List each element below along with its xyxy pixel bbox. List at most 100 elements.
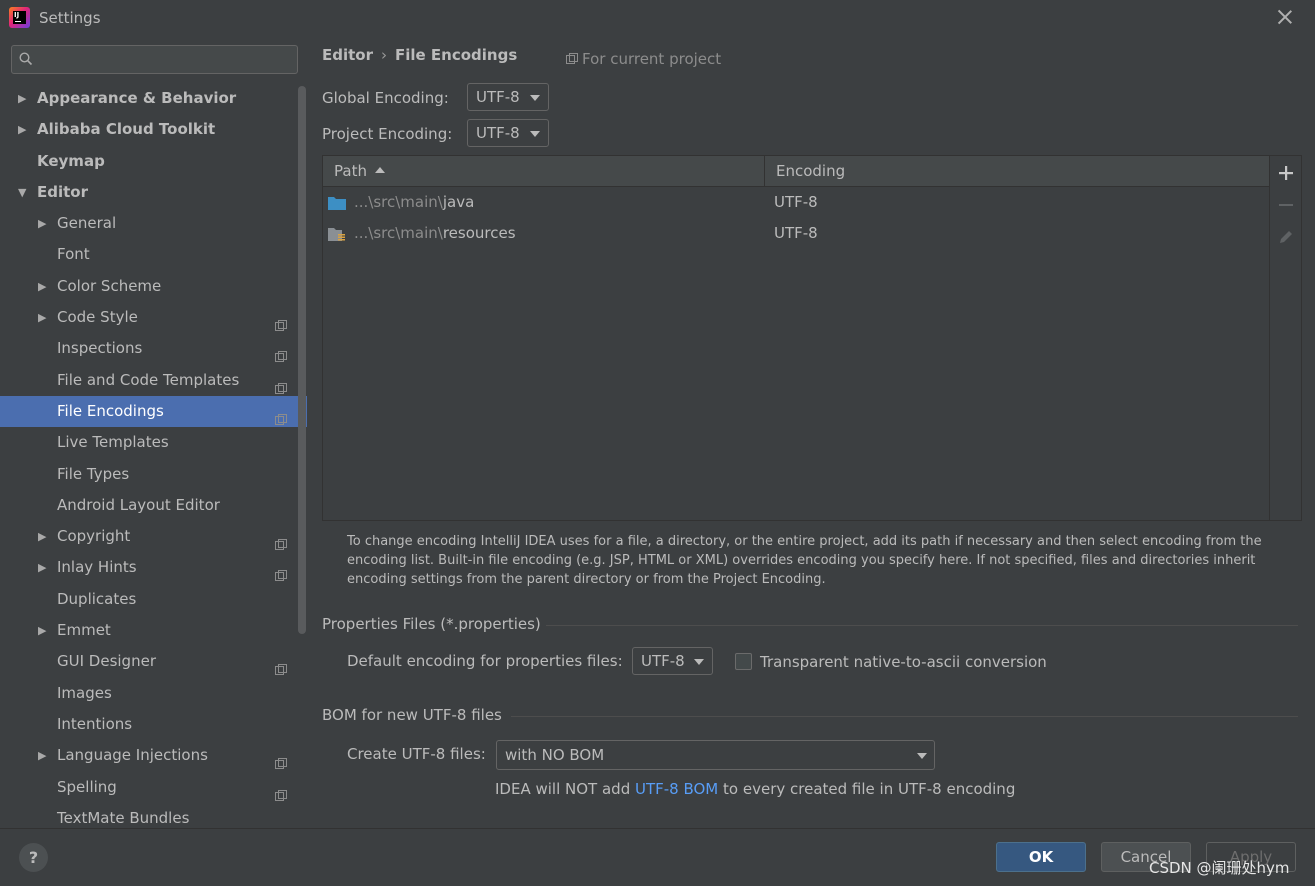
table-row[interactable]: ...\src\main\resources UTF-8 xyxy=(323,218,1269,249)
sidebar-item-label: Appearance & Behavior xyxy=(37,89,237,107)
sidebar-item-label: Spelling xyxy=(57,777,117,796)
project-scope-icon xyxy=(275,312,287,332)
help-button[interactable]: ? xyxy=(19,843,48,872)
sidebar-item-code-style[interactable]: ▶ Code Style xyxy=(0,302,308,333)
sidebar-item-inlay-hints[interactable]: ▶ Inlay Hints xyxy=(0,552,308,583)
sidebar-item-duplicates[interactable]: Duplicates xyxy=(0,584,308,615)
sidebar-item-label: Inlay Hints xyxy=(57,558,137,577)
expanded-arrow-icon[interactable]: ▼ xyxy=(18,177,26,208)
collapsed-arrow-icon[interactable]: ▶ xyxy=(38,552,46,583)
sidebar-item-label: Language Injections xyxy=(57,746,208,765)
column-header-encoding[interactable]: Encoding xyxy=(765,156,1269,187)
sidebar-item-language-injections[interactable]: ▶ Language Injections xyxy=(0,740,308,771)
project-scope-icon xyxy=(275,406,287,425)
sidebar-item-live-templates[interactable]: Live Templates xyxy=(0,427,308,458)
row-encoding[interactable]: UTF-8 xyxy=(774,187,818,218)
encoding-hint-text: To change encoding IntelliJ IDEA uses fo… xyxy=(347,534,1262,587)
resources-folder-icon xyxy=(328,228,345,241)
create-utf8-value: with NO BOM xyxy=(505,746,605,764)
title-bar: IJ Settings xyxy=(0,0,1315,36)
collapsed-arrow-icon[interactable]: ▶ xyxy=(38,302,46,333)
window-title: Settings xyxy=(39,9,101,27)
sidebar-item-label: Code Style xyxy=(57,308,138,327)
project-scope-icon xyxy=(275,343,287,363)
collapsed-arrow-icon[interactable]: ▶ xyxy=(38,740,46,771)
global-encoding-dropdown[interactable]: UTF-8 xyxy=(467,83,549,111)
sidebar-item-images[interactable]: Images xyxy=(0,678,308,709)
bom-note-text: to every created file in UTF-8 encoding xyxy=(718,780,1016,798)
sidebar-item-label: Alibaba Cloud Toolkit xyxy=(37,120,216,139)
breadcrumb-current: File Encodings xyxy=(395,46,518,64)
sidebar-item-label: Live Templates xyxy=(57,433,169,452)
sidebar-item-label: General xyxy=(57,214,117,233)
sidebar-item-gui-designer[interactable]: GUI Designer xyxy=(0,646,308,677)
sidebar-item-textmate-bundles[interactable]: TextMate Bundles xyxy=(0,803,308,828)
dialog-footer: ? OK Cancel Apply CSDN @阑珊处hym xyxy=(0,828,1315,886)
remove-icon[interactable] xyxy=(1277,196,1295,214)
column-header-path[interactable]: Path xyxy=(323,156,765,187)
table-row[interactable]: ...\src\main\java UTF-8 xyxy=(323,187,1269,218)
project-scope-icon xyxy=(275,656,287,676)
scope-note-text: For current project xyxy=(582,50,722,68)
bom-note: IDEA will NOT add UTF-8 BOM to every cre… xyxy=(495,780,1015,798)
sidebar-item-copyright[interactable]: ▶ Copyright xyxy=(0,521,308,552)
sidebar-item-font[interactable]: Font xyxy=(0,239,308,270)
sidebar-item-editor[interactable]: ▼ Editor xyxy=(0,177,308,208)
collapsed-arrow-icon[interactable]: ▶ xyxy=(38,208,46,239)
sidebar-item-label: Inspections xyxy=(57,339,143,358)
create-utf8-label: Create UTF-8 files: xyxy=(347,745,486,763)
sidebar-item-label: Editor xyxy=(37,182,88,201)
chevron-down-icon xyxy=(530,95,540,101)
sidebar-item-label: File Encodings xyxy=(57,401,164,420)
watermark: CSDN @阑珊处hym xyxy=(1149,859,1290,877)
ok-button[interactable]: OK xyxy=(996,842,1086,872)
sidebar-item-color-scheme[interactable]: ▶ Color Scheme xyxy=(0,271,308,302)
sidebar-item-label: GUI Designer xyxy=(57,652,156,671)
breadcrumb-parent[interactable]: Editor xyxy=(322,46,373,64)
sidebar-item-general[interactable]: ▶ General xyxy=(0,208,308,239)
add-icon[interactable] xyxy=(1277,164,1295,182)
sidebar-item-intentions[interactable]: Intentions xyxy=(0,709,308,740)
sidebar-scrollbar[interactable] xyxy=(298,86,306,634)
sidebar-item-emmet[interactable]: ▶ Emmet xyxy=(0,615,308,646)
project-scope-icon xyxy=(275,531,287,551)
collapsed-arrow-icon[interactable]: ▶ xyxy=(38,521,46,552)
sidebar-item-alibaba-cloud-toolkit[interactable]: ▶ Alibaba Cloud Toolkit xyxy=(0,114,308,145)
chevron-down-icon xyxy=(530,131,540,137)
sidebar-item-label: Android Layout Editor xyxy=(57,495,220,514)
sidebar-item-label: Copyright xyxy=(57,527,131,546)
collapsed-arrow-icon[interactable]: ▶ xyxy=(38,615,46,646)
chevron-down-icon xyxy=(694,659,704,665)
sidebar-item-android-layout-editor[interactable]: Android Layout Editor xyxy=(0,490,308,521)
sidebar-item-file-types[interactable]: File Types xyxy=(0,459,308,490)
sidebar-item-file-encodings[interactable]: File Encodings xyxy=(0,395,307,428)
project-encoding-dropdown[interactable]: UTF-8 xyxy=(467,119,549,147)
sidebar-item-keymap[interactable]: Keymap xyxy=(0,146,308,177)
sort-ascending-icon xyxy=(374,167,385,173)
collapsed-arrow-icon[interactable]: ▶ xyxy=(38,271,46,302)
properties-encoding-dropdown[interactable]: UTF-8 xyxy=(632,647,713,675)
properties-encoding-label: Default encoding for properties files: xyxy=(347,652,623,670)
sidebar-item-spelling[interactable]: Spelling xyxy=(0,772,308,803)
global-encoding-label: Global Encoding: xyxy=(322,89,449,107)
search-input[interactable] xyxy=(11,45,298,74)
row-encoding[interactable]: UTF-8 xyxy=(774,218,818,249)
sidebar-item-label: Duplicates xyxy=(57,589,137,608)
close-icon[interactable] xyxy=(1276,8,1294,26)
utf8-bom-link[interactable]: UTF-8 BOM xyxy=(635,780,718,798)
native-to-ascii-checkbox[interactable] xyxy=(735,653,752,670)
create-utf8-dropdown[interactable]: with NO BOM xyxy=(496,740,935,770)
settings-sidebar: ▶ Appearance & Behavior ▶ Alibaba Cloud Too… xyxy=(0,36,308,828)
intellij-logo-icon: IJ xyxy=(9,7,30,28)
sidebar-item-file-and-code-templates[interactable]: File and Code Templates xyxy=(0,365,308,396)
section-divider xyxy=(511,716,1298,717)
edit-icon[interactable] xyxy=(1277,228,1295,246)
native-to-ascii-label[interactable]: Transparent native-to-ascii conversion xyxy=(760,653,1047,671)
collapsed-arrow-icon[interactable]: ▶ xyxy=(18,114,26,145)
sidebar-item-appearance-behavior[interactable]: ▶ Appearance & Behavior xyxy=(0,83,308,114)
sidebar-item-inspections[interactable]: Inspections xyxy=(0,333,308,364)
collapsed-arrow-icon[interactable]: ▶ xyxy=(18,83,26,114)
settings-content: Editor › File Encodings For current projec… xyxy=(308,36,1315,828)
project-scope-icon xyxy=(275,750,287,770)
row-path-prefix: ...\src\main\ xyxy=(354,224,443,242)
